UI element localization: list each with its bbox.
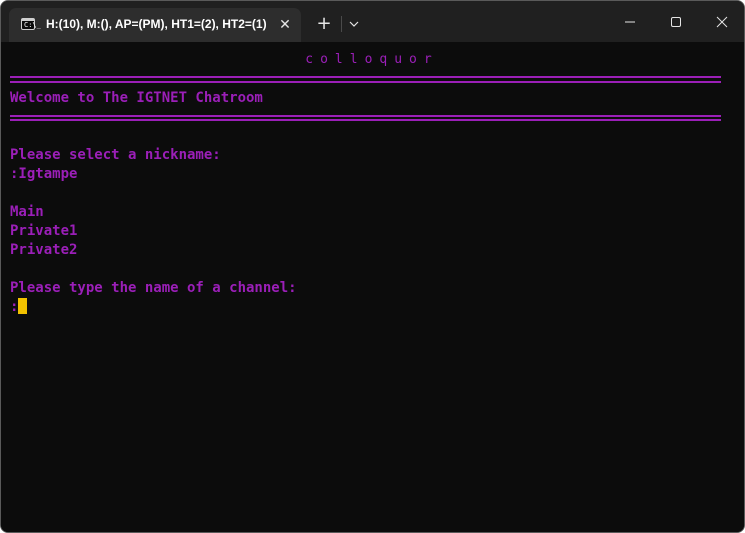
channel-list-item: Main: [10, 204, 44, 220]
tab-separator: [341, 16, 342, 32]
terminal-window: C:\_ H:(10), M:(), AP=(PM), HT1=(2), HT2…: [0, 0, 745, 533]
app-name: colloquor: [305, 52, 439, 67]
nickname-prompt: Please select a nickname:: [10, 147, 221, 163]
console-area[interactable]: colloquor Welcome to The IGTNET Chatroom…: [1, 42, 744, 532]
divider-top-2: [10, 81, 721, 83]
welcome-message: Welcome to The IGTNET Chatroom: [10, 90, 263, 106]
input-prefix: :: [10, 299, 19, 315]
divider-top-1: [10, 76, 721, 78]
maximize-button[interactable]: [653, 1, 699, 42]
minimize-icon: [625, 21, 635, 23]
divider-bottom-1: [10, 115, 721, 117]
channel-list-item: Private1: [10, 223, 78, 239]
plus-icon[interactable]: +: [313, 13, 335, 35]
maximize-icon: [671, 17, 681, 27]
window-close-icon: [716, 16, 728, 28]
minimize-button[interactable]: [607, 1, 653, 42]
text-cursor: [18, 298, 28, 314]
window-close-button[interactable]: [699, 1, 744, 42]
divider-bottom-2: [10, 119, 721, 121]
channel-input-line[interactable]: :: [10, 298, 28, 317]
chevron-down-icon[interactable]: [344, 13, 364, 35]
nickname-entry: :Igtampe: [10, 166, 78, 182]
channel-list-item: Private2: [10, 242, 78, 258]
tab-title: H:(10), M:(), AP=(PM), HT1=(2), HT2=(1): [46, 17, 267, 31]
terminal-tab[interactable]: C:\_ H:(10), M:(), AP=(PM), HT1=(2), HT2…: [9, 8, 301, 42]
terminal-icon: C:\_: [21, 18, 41, 30]
close-icon[interactable]: ✕: [275, 15, 295, 35]
title-bar[interactable]: C:\_ H:(10), M:(), AP=(PM), HT1=(2), HT2…: [1, 1, 744, 42]
channel-prompt: Please type the name of a channel:: [10, 280, 297, 296]
